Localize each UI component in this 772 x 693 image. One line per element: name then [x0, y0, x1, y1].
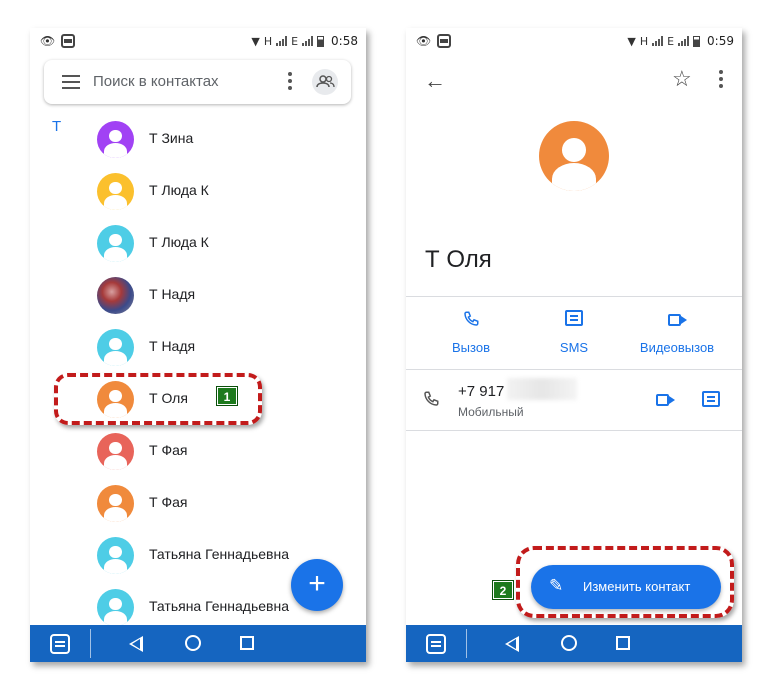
back-nav-icon[interactable] [505, 636, 519, 652]
wifi-icon: ▼ [251, 34, 260, 48]
contact-avatar [97, 589, 134, 626]
contact-avatar [97, 537, 134, 574]
nav-divider [90, 629, 91, 658]
contact-avatar [97, 433, 134, 470]
wifi-icon: ▼ [627, 34, 636, 48]
add-contact-button[interactable]: + [291, 559, 343, 611]
step-1-badge: 1 [217, 387, 237, 405]
message-icon [524, 310, 624, 336]
call-action[interactable]: Вызов [421, 310, 521, 355]
phone-number[interactable]: +7 917 [458, 383, 504, 400]
divider [406, 369, 742, 370]
contact-avatar [539, 121, 609, 191]
menu-icon[interactable] [62, 75, 80, 89]
phone-icon [421, 310, 521, 336]
search-bar[interactable]: Поиск в контактах [44, 60, 351, 104]
more-options-icon[interactable] [288, 72, 292, 93]
back-nav-icon[interactable] [129, 636, 143, 652]
status-time: 0:58 [331, 34, 358, 48]
contact-list-item[interactable]: Т Люда К [30, 217, 366, 269]
network-type-1: H [639, 34, 649, 48]
contact-list-item[interactable]: Т Люда К [30, 165, 366, 217]
eye-icon: 👁 [416, 34, 432, 48]
status-bar: 👁 ▼ H E 0:59 [406, 28, 742, 54]
battery-icon [693, 35, 701, 47]
star-icon[interactable]: ☆ [672, 66, 692, 92]
contact-name: Т Фая [149, 442, 188, 458]
status-bar: 👁 ▼ H E 0:58 [30, 28, 366, 54]
status-time: 0:59 [707, 34, 734, 48]
nav-divider [466, 629, 467, 658]
signal-icon [276, 36, 288, 46]
accounts-icon[interactable] [312, 69, 338, 95]
contact-name: Т Люда К [149, 234, 209, 250]
contact-list-item[interactable]: Т Надя [30, 269, 366, 321]
contact-name: Т Оля [425, 246, 492, 273]
video-call-icon[interactable] [656, 393, 675, 411]
sms-action[interactable]: SMS [524, 310, 624, 355]
navigation-bar [406, 625, 742, 662]
network-type-1: H [263, 34, 273, 48]
contact-name: Т Надя [149, 338, 196, 354]
video-icon [627, 310, 727, 336]
contact-name: Т Надя [149, 286, 196, 302]
more-options-icon[interactable] [719, 70, 723, 91]
home-nav-icon[interactable] [185, 635, 201, 651]
phone-icon [422, 390, 440, 413]
message-icon[interactable] [702, 391, 720, 412]
redacted-number [507, 378, 577, 400]
signal-icon-2 [678, 36, 690, 46]
teamviewer-nav-icon[interactable] [50, 634, 70, 654]
contact-list-item[interactable]: Т Фая [30, 477, 366, 529]
signal-icon [652, 36, 664, 46]
contact-name: Татьяна Геннадьевна [149, 546, 289, 562]
contact-avatar [97, 173, 134, 210]
contact-list-item[interactable]: Т Зина [30, 113, 366, 165]
teamviewer-icon [61, 34, 76, 48]
signal-icon-2 [302, 36, 314, 46]
navigation-bar [30, 625, 366, 662]
contact-avatar [97, 329, 134, 366]
network-type-2: E [667, 34, 675, 48]
contact-list-item[interactable]: Т Надя [30, 321, 366, 373]
search-placeholder[interactable]: Поиск в контактах [93, 73, 219, 90]
eye-icon: 👁 [40, 34, 56, 48]
contact-name: Т Зина [149, 130, 194, 146]
video-call-label: Видеовызов [639, 340, 715, 355]
contact-name: Т Люда К [149, 182, 209, 198]
teamviewer-icon [437, 34, 452, 48]
phone-type: Мобильный [458, 405, 524, 419]
step-2-badge: 2 [493, 581, 513, 599]
contact-avatar [97, 121, 134, 158]
recents-nav-icon[interactable] [616, 636, 630, 650]
network-type-2: E [291, 34, 299, 48]
contact-avatar [97, 225, 134, 262]
contact-name: Т Фая [149, 494, 188, 510]
call-label: Вызов [452, 340, 490, 355]
teamviewer-nav-icon[interactable] [426, 634, 446, 654]
recents-nav-icon[interactable] [240, 636, 254, 650]
contact-name: Татьяна Геннадьевна [149, 598, 289, 614]
sms-label: SMS [559, 340, 589, 355]
contact-avatar [97, 277, 134, 314]
step-2-highlight [516, 546, 734, 618]
back-arrow-icon[interactable]: ← [424, 68, 446, 94]
home-nav-icon[interactable] [561, 635, 577, 651]
divider [406, 430, 742, 431]
contact-avatar [97, 485, 134, 522]
contact-list-item[interactable]: Т Фая [30, 425, 366, 477]
battery-icon [317, 35, 325, 47]
contacts-list-screen: 👁 ▼ H E 0:58 Поиск в контактах Т Т Зина Т… [30, 28, 366, 662]
video-call-action[interactable]: Видеовызов [627, 310, 727, 355]
divider [406, 296, 742, 297]
